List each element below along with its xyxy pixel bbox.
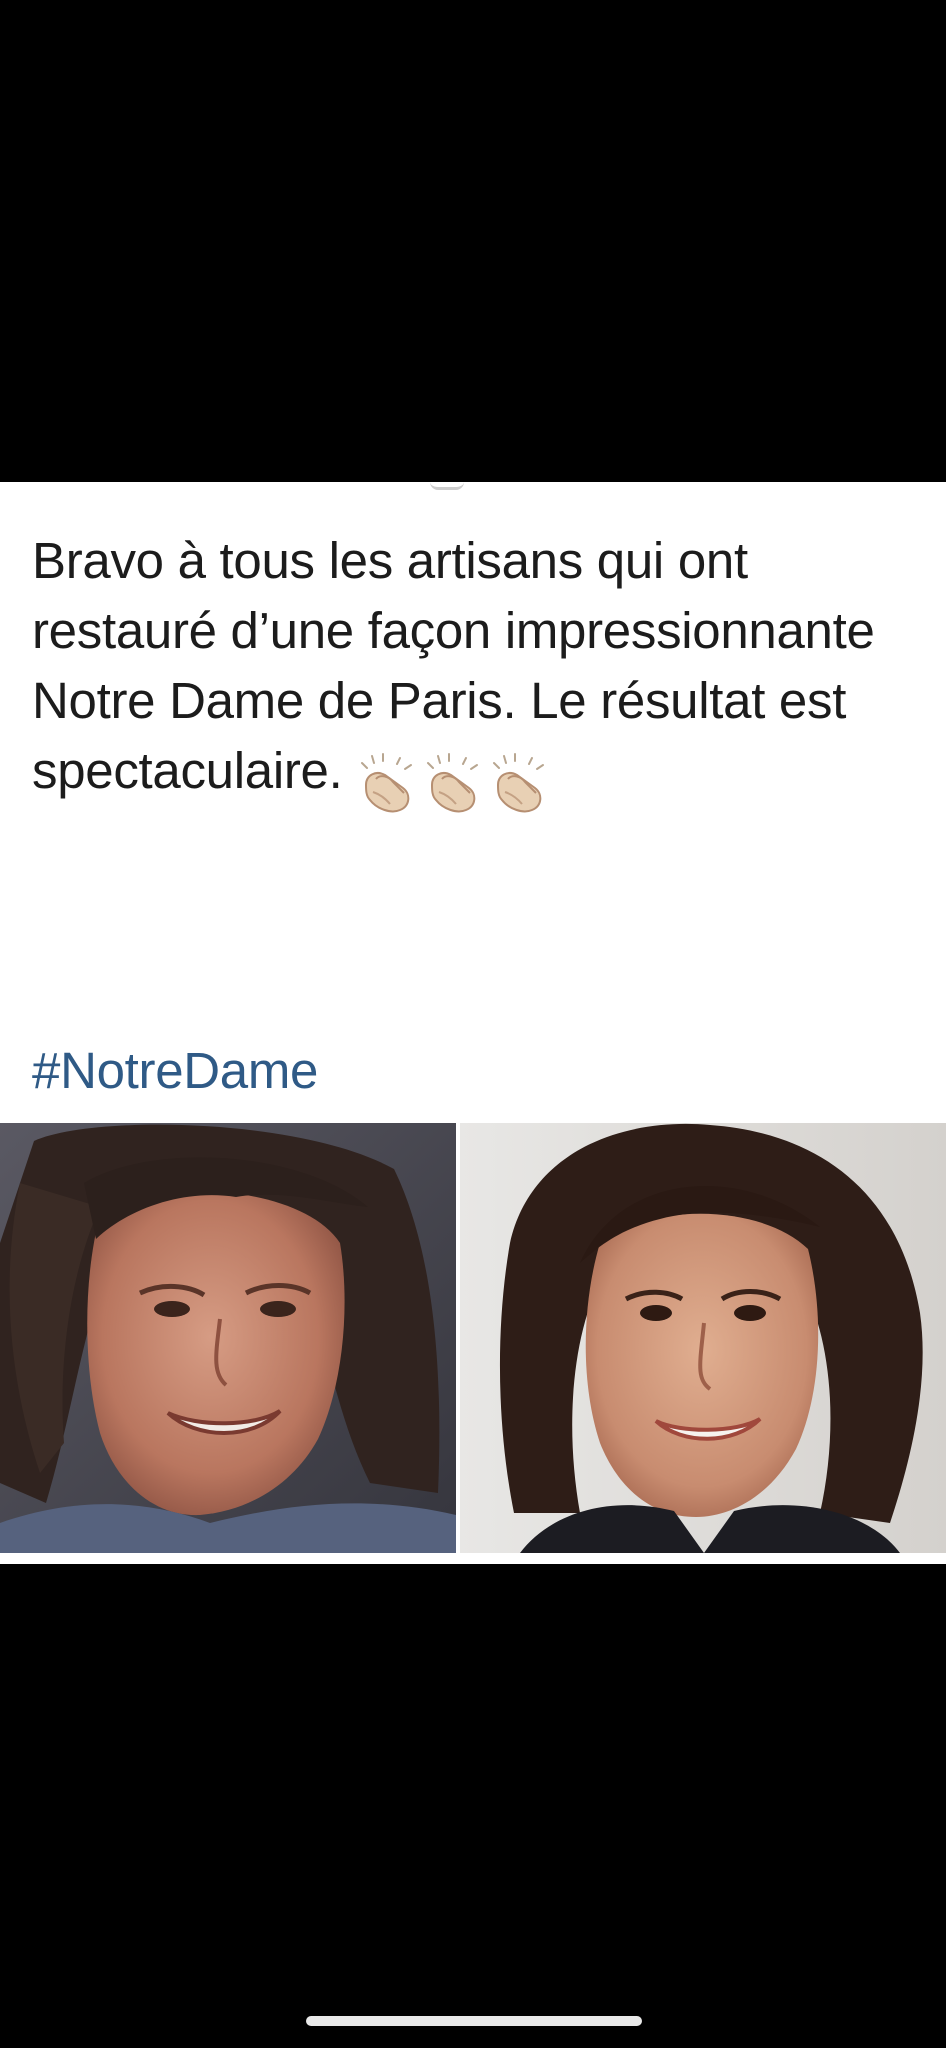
post-text: Bravo à tous les artisans qui ont restau…	[32, 526, 922, 813]
cropped-avatar-edge	[430, 482, 464, 490]
clapping-emoji-row	[354, 744, 552, 813]
left-photo[interactable]	[0, 1123, 456, 1553]
left-portrait-image	[0, 1123, 456, 1553]
post-card: Bravo à tous les artisans qui ont restau…	[0, 482, 946, 1564]
post-bottom-edge	[0, 1553, 946, 1564]
clapping-hands-icon	[493, 753, 545, 813]
clapping-hands-icon	[427, 753, 479, 813]
right-portrait-image	[460, 1123, 946, 1553]
home-indicator[interactable]	[306, 2016, 642, 2026]
photo-comparison	[0, 1123, 946, 1553]
clapping-hands-icon	[361, 753, 413, 813]
hashtag-link[interactable]: #NotreDame	[32, 1036, 318, 1106]
right-photo[interactable]	[460, 1123, 946, 1553]
